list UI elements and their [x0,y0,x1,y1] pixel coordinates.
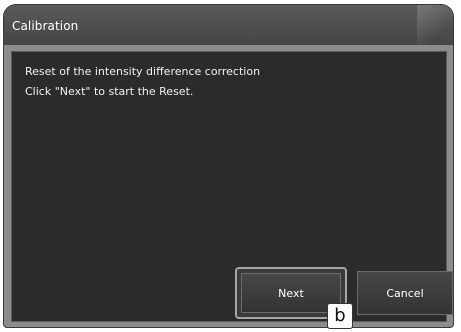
calibration-dialog: Calibration Reset of the intensity diffe… [3,4,454,328]
callout-marker: b [327,303,353,329]
title-bar: Calibration [4,5,453,45]
next-button-label: Next [278,286,304,300]
dialog-content-panel: Reset of the intensity difference correc… [11,51,453,322]
title-bar-corner-accent [417,5,453,45]
next-button-face[interactable]: Next [241,273,341,313]
cancel-button[interactable]: Cancel [357,271,453,315]
message-line-1: Reset of the intensity difference correc… [25,65,261,78]
cancel-button-label: Cancel [386,286,424,300]
dialog-title: Calibration [12,19,79,33]
message-line-2: Click "Next" to start the Reset. [25,85,194,98]
